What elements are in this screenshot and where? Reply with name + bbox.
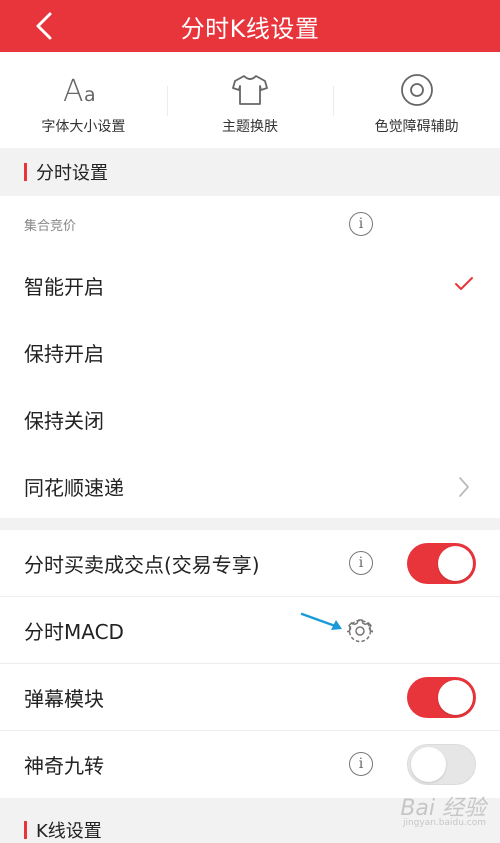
color-blind-assist-button[interactable]: 色觉障碍辅助 [333,52,500,148]
watermark-url: jingyan.baidu.com [402,818,486,828]
info-icon[interactable]: i [349,752,373,776]
settings-toolbar: A a 字体大小设置 主题换肤 色觉障碍辅助 [0,52,500,148]
toggle-knob [411,747,446,782]
tshirt-icon [231,72,269,108]
section-title: K线设置 [36,821,102,842]
section-header-timeshare: 分时设置 [0,148,500,196]
toggle-knob [438,546,473,581]
magic-nine-turns-setting[interactable]: 神奇九转 i [0,731,500,798]
info-icon[interactable]: i [349,551,373,575]
annotation-arrow-icon [300,612,342,630]
chevron-right-icon [459,477,469,497]
tonghuashun-express-item[interactable]: 同花顺速递 [0,453,500,520]
call-auction-list: 集合竞价 i 智能开启 保持开启 保持关闭 同花顺速递 [0,196,500,518]
macd-setting[interactable]: 分时MACD [0,597,500,664]
setting-label: 分时买卖成交点(交易专享) [24,552,260,577]
back-button[interactable] [28,10,60,42]
timeshare-feature-list: 分时买卖成交点(交易专享) i 分时MACD 弹幕模块 神奇九转 i [0,530,500,798]
section-title: 分时设置 [36,163,108,184]
option-label: 保持关闭 [24,409,104,433]
trade-points-toggle[interactable] [407,543,476,584]
option-label: 智能开启 [24,275,104,299]
theme-skin-label: 主题换肤 [222,119,278,135]
magic-nine-turns-toggle[interactable] [407,744,476,785]
toggle-knob [438,680,473,715]
setting-label: 神奇九转 [24,754,104,778]
font-size-button[interactable]: A a 字体大小设置 [0,52,167,148]
title-bar: 分时K线设置 [0,0,500,52]
danmaku-toggle[interactable] [407,677,476,718]
section-accent-bar [24,163,27,181]
item-label: 同花顺速递 [24,476,124,500]
option-smart-on[interactable]: 智能开启 [0,252,500,319]
call-auction-label: 集合竞价 [24,218,77,234]
option-label: 保持开启 [24,342,104,366]
color-blind-assist-label: 色觉障碍辅助 [374,119,459,135]
option-keep-on[interactable]: 保持开启 [0,319,500,386]
font-size-label: 字体大小设置 [41,119,126,135]
section-accent-bar [24,821,27,839]
svg-text:a: a [84,84,96,106]
font-size-icon: A a [63,72,103,108]
setting-label: 弹幕模块 [24,686,104,711]
option-keep-off[interactable]: 保持关闭 [0,386,500,453]
page-title: 分时K线设置 [180,14,320,43]
chevron-left-icon [36,12,52,40]
checkmark-icon [455,277,473,290]
theme-skin-button[interactable]: 主题换肤 [166,52,334,148]
setting-label: 分时MACD [24,619,124,644]
info-icon[interactable]: i [349,212,373,236]
gear-icon[interactable] [347,618,373,644]
watermark: Bai 经验 jingyan.baidu.com [400,790,486,828]
call-auction-header: 集合竞价 i [0,196,500,252]
trade-points-setting[interactable]: 分时买卖成交点(交易专享) i [0,530,500,597]
eye-target-icon [399,72,435,108]
danmaku-setting[interactable]: 弹幕模块 [0,664,500,731]
svg-text:A: A [63,74,84,107]
